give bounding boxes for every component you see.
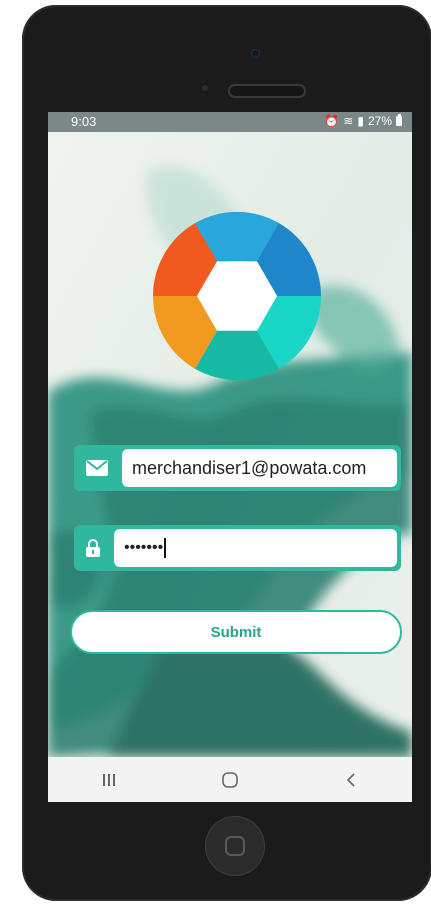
home-icon[interactable] xyxy=(200,765,260,795)
status-bar: 9:03 ⏰ ≋ ▮ 27% xyxy=(48,112,412,132)
screen: 9:03 ⏰ ≋ ▮ 27% merchandiser1@powata.com xyxy=(48,112,412,802)
password-field-container: ••••••• xyxy=(74,525,401,571)
android-nav-bar xyxy=(48,757,412,802)
status-icons: ⏰ ≋ ▮ 27% xyxy=(324,114,402,128)
email-icon xyxy=(82,455,112,481)
email-field-container: merchandiser1@powata.com xyxy=(74,445,401,491)
hardware-home-button[interactable] xyxy=(205,816,265,876)
recents-icon[interactable] xyxy=(79,765,139,795)
back-icon[interactable] xyxy=(321,765,381,795)
status-time: 9:03 xyxy=(71,114,97,129)
battery-percentage: 27% xyxy=(367,114,392,128)
background-ink-image xyxy=(48,112,412,757)
lock-icon xyxy=(78,535,108,561)
battery-icon xyxy=(396,114,402,126)
front-camera xyxy=(252,50,259,57)
alarm-icon: ⏰ xyxy=(324,114,340,128)
wifi-icon: ≋ xyxy=(343,114,354,128)
password-masked-value: ••••••• xyxy=(124,539,164,556)
submit-button[interactable]: Submit xyxy=(70,610,402,654)
signal-icon: ▮ xyxy=(357,114,364,128)
proximity-sensor xyxy=(202,85,208,91)
email-input[interactable]: merchandiser1@powata.com xyxy=(122,449,397,487)
text-caret xyxy=(164,537,167,558)
earpiece-speaker xyxy=(228,84,306,98)
app-logo xyxy=(153,212,321,380)
password-input[interactable]: ••••••• xyxy=(114,529,397,567)
